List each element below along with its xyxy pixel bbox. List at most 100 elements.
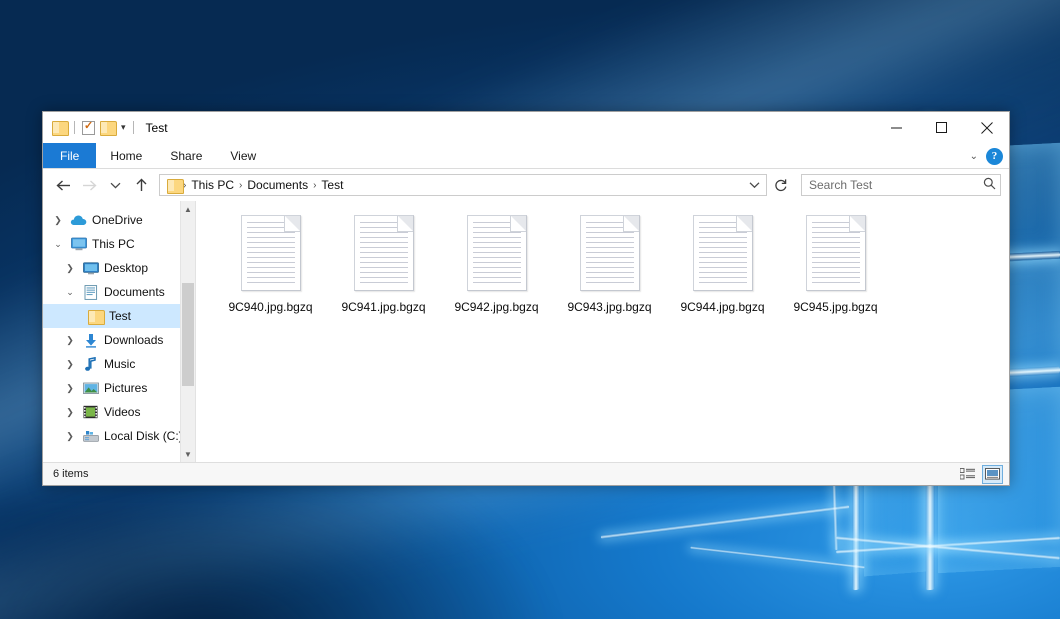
generic-document-icon bbox=[354, 215, 414, 291]
file-item[interactable]: 9C944.jpg.bgzq bbox=[666, 215, 779, 341]
videos-icon bbox=[82, 404, 99, 420]
recent-locations-icon[interactable] bbox=[103, 173, 127, 197]
chevron-down-icon[interactable]: ⌄ bbox=[63, 287, 77, 298]
sidebar-item-test[interactable]: Test bbox=[43, 304, 195, 328]
sidebar-item-pictures[interactable]: ❯ Pictures bbox=[43, 376, 195, 400]
downloads-icon bbox=[82, 332, 99, 348]
chevron-down-icon[interactable] bbox=[744, 175, 764, 195]
chevron-down-icon[interactable]: ▾ bbox=[121, 123, 126, 132]
generic-document-icon bbox=[467, 215, 527, 291]
close-button[interactable] bbox=[964, 112, 1009, 143]
sidebar-item-videos[interactable]: ❯ Videos bbox=[43, 400, 195, 424]
scroll-up-icon[interactable]: ▲ bbox=[181, 201, 195, 217]
quick-access-toolbar: ▾ bbox=[43, 121, 136, 135]
file-item[interactable]: 9C941.jpg.bgzq bbox=[327, 215, 440, 341]
file-name-label: 9C940.jpg.bgzq bbox=[228, 300, 312, 314]
chevron-right-icon[interactable]: ❯ bbox=[63, 335, 77, 346]
chevron-right-icon[interactable]: ❯ bbox=[63, 359, 77, 370]
tab-home[interactable]: Home bbox=[96, 143, 156, 168]
back-button[interactable] bbox=[51, 173, 75, 197]
documents-icon bbox=[82, 284, 99, 300]
sidebar-item-label: Test bbox=[109, 309, 131, 323]
sidebar-item-label: OneDrive bbox=[92, 213, 143, 227]
search-icon[interactable] bbox=[983, 177, 996, 193]
file-name-label: 9C942.jpg.bgzq bbox=[454, 300, 538, 314]
chevron-down-icon[interactable]: ⌄ bbox=[51, 239, 65, 250]
window-controls bbox=[874, 112, 1009, 143]
sidebar-item-label: Pictures bbox=[104, 381, 147, 395]
explorer-body: ❯ OneDrive ⌄ This PC bbox=[43, 201, 1009, 462]
sidebar-item-desktop[interactable]: ❯ Desktop bbox=[43, 256, 195, 280]
address-bar[interactable]: › This PC › Documents › Test bbox=[159, 174, 767, 196]
sidebar-item-label: Downloads bbox=[104, 333, 163, 347]
breadcrumb-this-pc[interactable]: This PC bbox=[187, 175, 238, 195]
scroll-down-icon[interactable]: ▼ bbox=[181, 446, 195, 462]
generic-document-icon bbox=[693, 215, 753, 291]
item-count-label: 6 items bbox=[53, 468, 88, 480]
help-icon[interactable]: ? bbox=[986, 148, 1003, 165]
pictures-icon bbox=[82, 380, 99, 396]
chevron-down-icon[interactable]: ⌄ bbox=[970, 151, 978, 162]
qat-separator-2 bbox=[133, 121, 134, 134]
details-view-button[interactable] bbox=[957, 465, 978, 484]
address-folder-icon bbox=[167, 179, 182, 192]
sidebar-item-label: This PC bbox=[92, 237, 135, 251]
large-icons-view-button[interactable] bbox=[982, 465, 1003, 484]
sidebar-item-label: Videos bbox=[104, 405, 140, 419]
sidebar-item-this-pc[interactable]: ⌄ This PC bbox=[43, 232, 195, 256]
generic-document-icon bbox=[241, 215, 301, 291]
sidebar-item-label: Music bbox=[104, 357, 135, 371]
address-bar-row: › This PC › Documents › Test S bbox=[43, 169, 1009, 201]
maximize-button[interactable] bbox=[919, 112, 964, 143]
chevron-right-icon[interactable]: ❯ bbox=[63, 431, 77, 442]
properties-icon[interactable] bbox=[82, 121, 95, 135]
drive-icon bbox=[82, 428, 99, 444]
file-item[interactable]: 9C942.jpg.bgzq bbox=[440, 215, 553, 341]
folder-icon bbox=[87, 308, 104, 324]
navigation-pane-scrollbar[interactable]: ▲ ▼ bbox=[180, 201, 195, 462]
generic-document-icon bbox=[580, 215, 640, 291]
sidebar-item-documents[interactable]: ⌄ Documents bbox=[43, 280, 195, 304]
file-item[interactable]: 9C943.jpg.bgzq bbox=[553, 215, 666, 341]
sidebar-item-onedrive[interactable]: ❯ OneDrive bbox=[43, 208, 195, 232]
view-buttons bbox=[957, 465, 1003, 484]
music-icon bbox=[82, 356, 99, 372]
ribbon-tab-bar: File Home Share View ⌄ ? bbox=[43, 143, 1009, 169]
chevron-right-icon[interactable]: ❯ bbox=[63, 407, 77, 418]
sidebar-item-music[interactable]: ❯ Music bbox=[43, 352, 195, 376]
chevron-right-icon[interactable]: ❯ bbox=[63, 263, 77, 274]
generic-document-icon bbox=[806, 215, 866, 291]
chevron-right-icon[interactable]: ❯ bbox=[63, 383, 77, 394]
tab-share[interactable]: Share bbox=[156, 143, 216, 168]
up-button[interactable] bbox=[129, 173, 153, 197]
sidebar-item-label: Desktop bbox=[104, 261, 148, 275]
file-explorer-window: ▾ Test File Home Share View bbox=[42, 111, 1010, 486]
breadcrumb-test[interactable]: Test bbox=[317, 175, 347, 195]
search-box[interactable]: Search Test bbox=[801, 174, 1001, 196]
minimize-button[interactable] bbox=[874, 112, 919, 143]
file-name-label: 9C945.jpg.bgzq bbox=[793, 300, 877, 314]
desktop-icon bbox=[82, 260, 99, 276]
tab-view[interactable]: View bbox=[216, 143, 270, 168]
window-title: Test bbox=[146, 121, 168, 135]
chevron-right-icon[interactable]: ❯ bbox=[51, 215, 65, 226]
sidebar-item-label: Documents bbox=[104, 285, 165, 299]
tab-file[interactable]: File bbox=[43, 143, 96, 168]
file-item[interactable]: 9C940.jpg.bgzq bbox=[214, 215, 327, 341]
navigation-pane: ❯ OneDrive ⌄ This PC bbox=[43, 201, 195, 462]
folder-icon[interactable] bbox=[52, 121, 67, 134]
sidebar-item-downloads[interactable]: ❯ Downloads bbox=[43, 328, 195, 352]
monitor-icon bbox=[70, 236, 87, 252]
desktop: ▾ Test File Home Share View bbox=[0, 0, 1060, 619]
forward-button[interactable] bbox=[77, 173, 101, 197]
refresh-icon[interactable] bbox=[769, 173, 793, 197]
file-item[interactable]: 9C945.jpg.bgzq bbox=[779, 215, 892, 341]
file-name-label: 9C944.jpg.bgzq bbox=[680, 300, 764, 314]
scrollbar-thumb[interactable] bbox=[182, 283, 194, 386]
file-list-view[interactable]: 9C940.jpg.bgzq 9C941.jpg.bgzq 9C942.jpg.… bbox=[196, 201, 1009, 462]
sidebar-item-local-disk-c[interactable]: ❯ Local Disk (C:) bbox=[43, 424, 195, 448]
new-folder-icon[interactable] bbox=[100, 121, 115, 134]
breadcrumb-documents[interactable]: Documents bbox=[243, 175, 312, 195]
search-input[interactable]: Search Test bbox=[809, 178, 983, 192]
file-name-label: 9C943.jpg.bgzq bbox=[567, 300, 651, 314]
